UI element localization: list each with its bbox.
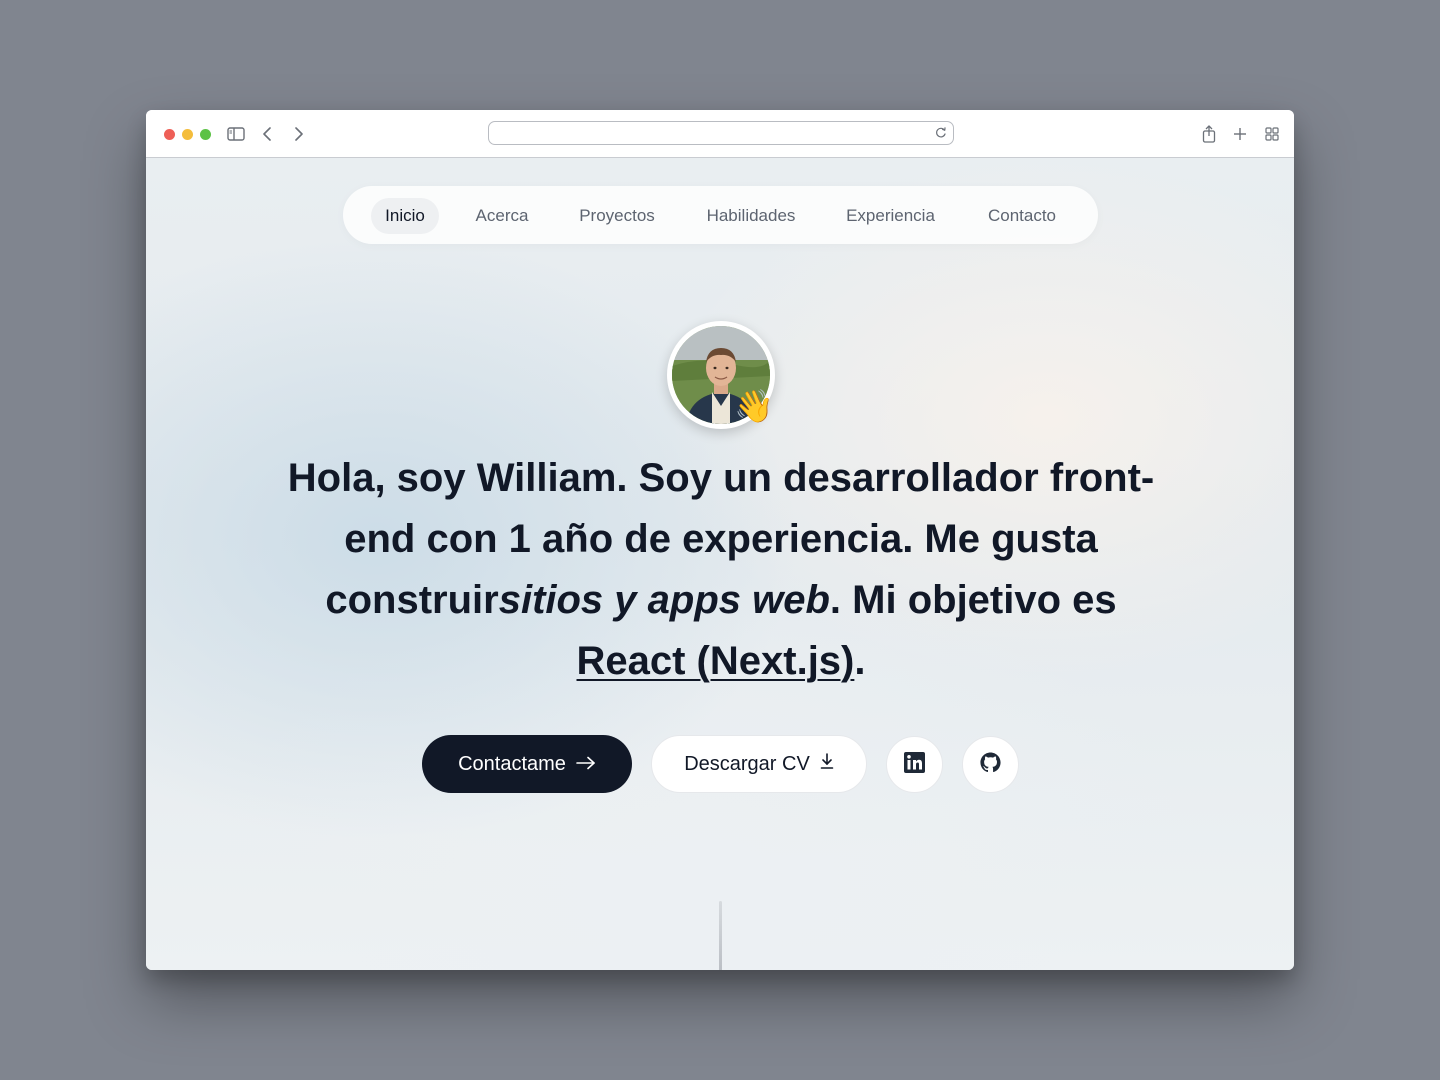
github-icon [980, 751, 1001, 778]
sidebar-icon[interactable] [226, 124, 246, 144]
waving-hand-icon: 👋 [734, 388, 774, 424]
download-icon [820, 752, 834, 776]
tab-overview-icon[interactable] [1262, 124, 1282, 144]
address-bar[interactable] [488, 121, 954, 145]
linkedin-icon [904, 751, 925, 778]
contact-button[interactable]: Contactame [422, 735, 632, 793]
experience-years: 1 año [508, 517, 614, 561]
react-next-link[interactable]: React (Next.js) [577, 639, 855, 683]
download-cv-label: Descargar CV [684, 752, 810, 775]
nav-item-contacto[interactable]: Contacto [973, 198, 1071, 234]
reload-icon[interactable] [934, 126, 948, 140]
new-tab-icon[interactable] [1230, 124, 1250, 144]
build-focus: sitios y apps web [498, 578, 830, 622]
nav-item-experiencia[interactable]: Experiencia [833, 198, 948, 234]
arrow-right-icon [576, 753, 596, 776]
back-icon[interactable] [257, 124, 277, 144]
nav-item-inicio[interactable]: Inicio [371, 198, 439, 234]
url-input[interactable] [497, 124, 917, 142]
headline-text: con [415, 517, 509, 561]
headline-text: Soy un [627, 456, 784, 500]
scroll-indicator [719, 901, 722, 970]
hero-headline: Hola, soy William. Soy un desarrollador … [266, 448, 1176, 692]
share-icon[interactable] [1199, 124, 1219, 144]
download-cv-button[interactable]: Descargar CV [651, 735, 867, 793]
minimize-window-button[interactable] [182, 129, 193, 140]
contact-button-label: Contactame [458, 752, 566, 775]
nav-item-habilidades[interactable]: Habilidades [693, 198, 809, 234]
nav-item-proyectos[interactable]: Proyectos [565, 198, 669, 234]
nav-item-acerca[interactable]: Acerca [463, 198, 541, 234]
zoom-window-button[interactable] [200, 129, 211, 140]
github-button[interactable] [962, 736, 1019, 793]
profile-avatar-group: 👋 [667, 321, 775, 429]
linkedin-button[interactable] [886, 736, 943, 793]
greeting: Hola, soy William. [287, 456, 628, 500]
browser-window: Inicio Acerca Proyectos Habilidades Expe… [146, 110, 1294, 970]
main-nav: Inicio Acerca Proyectos Habilidades Expe… [343, 186, 1098, 244]
forward-icon[interactable] [289, 124, 309, 144]
browser-toolbar [146, 110, 1294, 158]
headline-text: . [854, 639, 866, 683]
headline-text: . Mi objetivo es [829, 578, 1117, 622]
page-content: Inicio Acerca Proyectos Habilidades Expe… [146, 158, 1294, 970]
close-window-button[interactable] [164, 129, 175, 140]
